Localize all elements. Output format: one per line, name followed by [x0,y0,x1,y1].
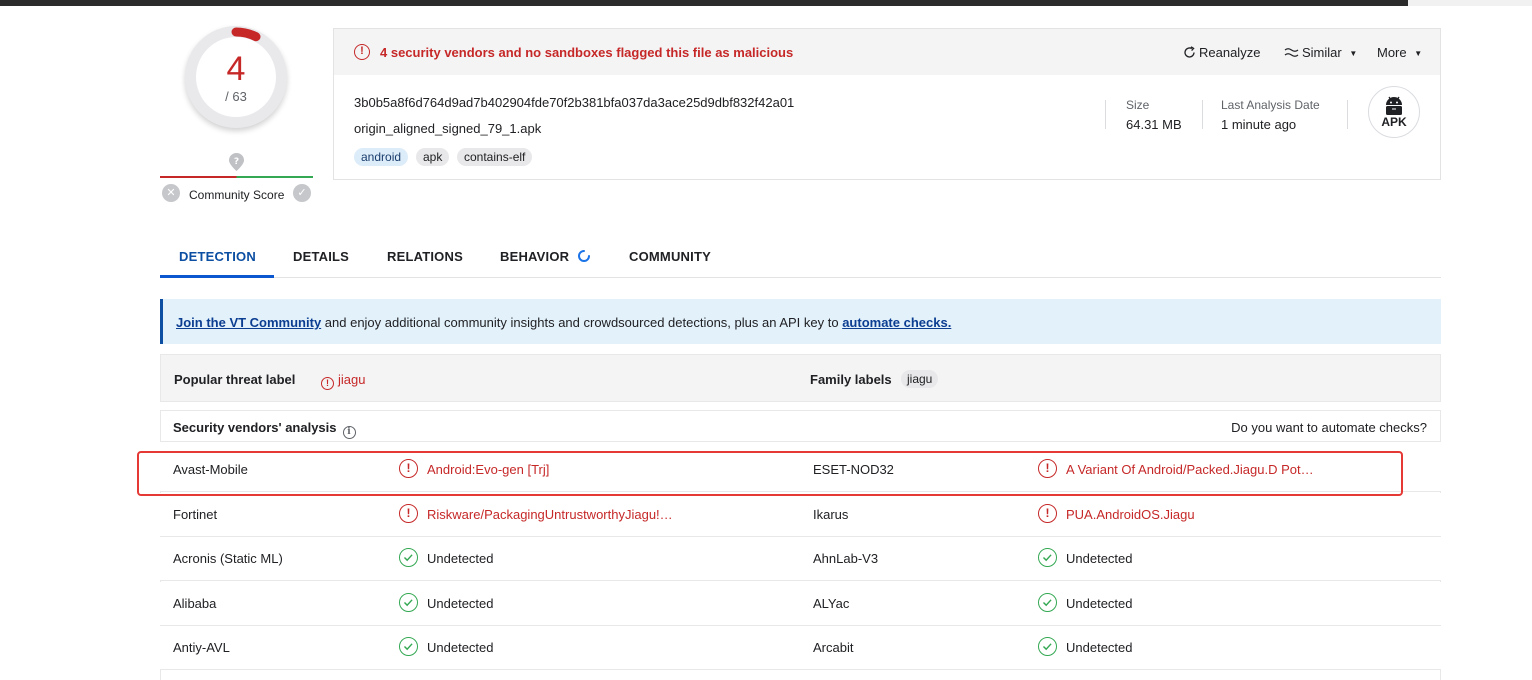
svg-text:?: ? [234,157,239,167]
detection-count: 4 [226,50,246,88]
vote-harmful-icon[interactable]: ✕ [162,184,180,202]
detection-score-gauge: 4 / 63 [185,26,287,128]
community-score-bar [160,176,313,178]
tab-community[interactable]: COMMUNITY [629,249,711,264]
vendor-name: AhnLab-V3 [813,551,879,566]
vendor-result: Undetected [1066,596,1133,611]
automate-checks-prompt[interactable]: Do you want to automate checks? [1231,420,1427,435]
alert-icon: ! [321,377,334,390]
vendor-name: Antiy-AVL [173,640,230,655]
similar-icon [1284,48,1299,57]
android-icon [1386,96,1402,115]
table-row: Alibaba Undetected ALYac Undetected [160,582,1441,626]
family-labels-label: Family labels [810,372,892,387]
summary-header: ! 4 security vendors and no sandboxes fl… [334,29,1440,75]
vendor-name: ALYac [813,596,850,611]
meta-divider [1202,100,1203,129]
community-marker-icon: ? [229,153,244,171]
popular-threat-value[interactable]: ! jiagu [321,372,365,390]
alert-icon: ! [399,504,418,523]
tag-apk[interactable]: apk [416,148,450,166]
check-circle-icon [1038,637,1057,656]
tag-android[interactable]: android [354,148,409,166]
vendor-result: Undetected [427,551,494,566]
tab-behavior[interactable]: BEHAVIOR [500,249,569,264]
meta-divider [1105,100,1106,129]
vendor-name: Acronis (Static ML) [173,551,283,566]
vendor-name: Arcabit [813,640,854,655]
meta-divider [1347,100,1348,129]
info-icon[interactable]: i [342,426,356,439]
last-analysis-value: 1 minute ago [1221,117,1297,132]
file-name: origin_aligned_signed_79_1.apk [354,121,542,136]
size-value: 64.31 MB [1126,117,1182,132]
tag-contains-elf[interactable]: contains-elf [457,148,533,166]
malicious-alert-text: 4 security vendors and no sandboxes flag… [380,45,794,60]
highlight-annotation-box [137,451,1403,496]
last-analysis-label: Last Analysis Date [1221,98,1320,112]
table-row: Fortinet ! Riskware/PackagingUntrustwort… [160,493,1441,537]
vendor-result: Undetected [1066,640,1133,655]
refresh-icon [1184,46,1195,58]
tab-details[interactable]: DETAILS [293,249,349,264]
chevron-down-icon: ▼ [1349,49,1358,58]
alert-icon: ! [1038,504,1057,523]
table-row: Acronis (Static ML) Undetected AhnLab-V3… [160,537,1441,581]
check-circle-icon [399,593,418,612]
vote-harmless-icon[interactable]: ✓ [293,184,311,202]
community-banner: Join the VT Community and enjoy addition… [160,299,1441,344]
similar-dropdown[interactable]: Similar ▼ [1284,45,1357,60]
alert-icon: ! [354,44,370,60]
more-dropdown[interactable]: More ▼ [1377,45,1422,60]
chevron-down-icon: ▼ [1414,49,1423,58]
filetype-label: APK [1381,115,1407,129]
join-community-link[interactable]: Join the VT Community [176,315,321,330]
automate-checks-link[interactable]: automate checks. [842,315,951,330]
threat-label-row: Popular threat label ! jiagu Family label… [160,354,1441,402]
table-row: Antiy-AVL Undetected Arcabit Undetected [160,626,1441,670]
vendor-result: Riskware/PackagingUntrustworthyJiagu!… [427,507,673,522]
file-hash[interactable]: 3b0b5a8f6d764d9ad7b402904fde70f2b381bfa0… [354,95,794,110]
loading-spinner-icon [578,250,590,262]
check-circle-icon [1038,548,1057,567]
vendor-result: Undetected [427,596,494,611]
community-score-label: Community Score [189,188,285,202]
check-circle-icon [399,637,418,656]
tabs-divider [160,277,1441,278]
vendor-result: Undetected [1066,551,1133,566]
file-summary-card: ! 4 security vendors and no sandboxes fl… [333,28,1441,180]
vendor-result: Undetected [427,640,494,655]
vendor-result: PUA.AndroidOS.Jiagu [1066,507,1195,522]
vendor-name: Fortinet [173,507,218,522]
vendors-title: Security vendors' analysis [173,420,337,435]
size-label: Size [1126,98,1150,112]
tab-detection[interactable]: DETECTION [179,249,256,264]
popular-threat-label: Popular threat label [174,372,296,387]
vendor-name: Alibaba [173,596,217,611]
top-bar-right [1408,0,1532,6]
family-label-tag[interactable]: jiagu [901,370,939,388]
check-circle-icon [399,548,418,567]
top-bar [0,0,1408,6]
vendors-header: Security vendors' analysis i Do you want … [160,410,1441,442]
tab-relations[interactable]: RELATIONS [387,249,463,264]
vendor-name: Ikarus [813,507,849,522]
detection-total: / 63 [225,89,247,104]
banner-text: and enjoy additional community insights … [321,315,843,330]
active-tab-indicator [160,275,274,278]
reanalyze-button[interactable]: Reanalyze [1183,45,1260,60]
check-circle-icon [1038,593,1057,612]
filetype-badge: APK [1368,86,1420,138]
